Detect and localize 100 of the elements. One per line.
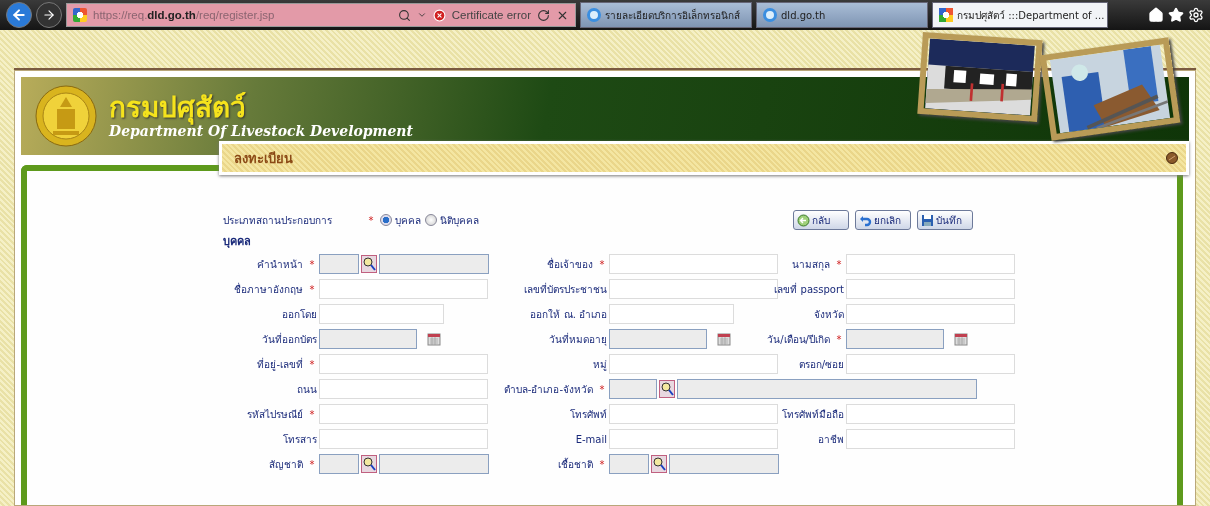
home-icon[interactable] bbox=[1148, 7, 1164, 23]
text-field[interactable] bbox=[846, 429, 1015, 449]
required-mark: * bbox=[598, 383, 606, 395]
code-field[interactable] bbox=[609, 379, 657, 399]
text-field[interactable] bbox=[609, 254, 778, 274]
field-label: ออกโดย bbox=[282, 307, 317, 322]
field-label: เลขที่ passport bbox=[774, 281, 844, 297]
tab-title: dld.go.th bbox=[781, 9, 827, 21]
field-label: ตำบล-อำเภอ-จังหวัด bbox=[503, 382, 593, 397]
search-icon bbox=[660, 382, 674, 396]
required-mark: * bbox=[598, 258, 606, 270]
field-label: โทรศัพท์มือถือ bbox=[782, 407, 844, 422]
star-icon[interactable] bbox=[1168, 7, 1184, 23]
browser-tab[interactable]: dld.go.th bbox=[756, 2, 928, 28]
lookup-button[interactable] bbox=[651, 455, 667, 473]
field-label: อาชีพ bbox=[818, 432, 844, 447]
field-label: ถนน bbox=[297, 382, 317, 397]
required-mark: * bbox=[835, 258, 843, 270]
field-label: จังหวัด bbox=[814, 307, 844, 322]
seal-logo bbox=[35, 85, 97, 147]
name-field[interactable] bbox=[669, 454, 779, 474]
browser-tab[interactable]: รายละเอียดบริการอิเล็กทรอนิกส์ bbox=[580, 2, 752, 28]
field-label: ชื่อภาษาอังกฤษ bbox=[234, 281, 303, 297]
required-mark: * bbox=[835, 333, 843, 345]
forward-button[interactable] bbox=[36, 2, 62, 28]
text-field[interactable] bbox=[319, 354, 488, 374]
search-icon bbox=[362, 257, 376, 271]
field-label: นามสกุล bbox=[792, 257, 830, 272]
dropdown-icon[interactable] bbox=[416, 10, 427, 20]
url-text: https://req.dld.go.th/req/register.jsp bbox=[93, 9, 276, 21]
required-mark: * bbox=[308, 283, 316, 295]
tab-title: รายละเอียดบริการอิเล็กทรอนิกส์ bbox=[605, 7, 741, 23]
search-icon[interactable] bbox=[397, 8, 411, 22]
date-field[interactable] bbox=[319, 329, 417, 349]
address-bar[interactable]: https://req.dld.go.th/req/register.jsp Certificate error bbox=[66, 3, 576, 27]
browser-logo-icon bbox=[587, 8, 601, 22]
field-label: สัญชาติ bbox=[269, 457, 303, 472]
error-icon[interactable] bbox=[432, 8, 446, 22]
text-field[interactable] bbox=[319, 379, 488, 399]
site-icon bbox=[73, 8, 87, 22]
back-icon bbox=[797, 213, 810, 227]
date-field[interactable] bbox=[846, 329, 944, 349]
back-button[interactable] bbox=[6, 2, 32, 28]
text-field[interactable] bbox=[609, 354, 778, 374]
text-field[interactable] bbox=[319, 304, 444, 324]
text-field[interactable] bbox=[846, 279, 1015, 299]
field-label: ตรอก/ซอย bbox=[798, 357, 844, 372]
browser-logo-icon bbox=[763, 8, 777, 22]
save-icon bbox=[921, 213, 934, 227]
lookup-button[interactable] bbox=[361, 255, 377, 273]
text-field[interactable] bbox=[319, 404, 488, 424]
text-field[interactable] bbox=[319, 279, 488, 299]
back-button[interactable]: กลับ bbox=[793, 210, 849, 230]
field-label: ชื่อเจ้าของ bbox=[547, 256, 593, 272]
refresh-icon[interactable] bbox=[537, 8, 550, 22]
group-title: บุคคล bbox=[223, 234, 252, 250]
lookup-button[interactable] bbox=[659, 380, 675, 398]
settings-icon[interactable] bbox=[1188, 7, 1204, 23]
text-field[interactable] bbox=[846, 354, 1015, 374]
tab-title: กรมปศุสัตว์ :::Department of ... bbox=[957, 8, 1105, 23]
field-label: E-mail bbox=[575, 433, 607, 445]
name-field[interactable] bbox=[677, 379, 977, 399]
certificate-error[interactable]: Certificate error bbox=[451, 9, 531, 21]
browser-tab[interactable]: กรมปศุสัตว์ :::Department of ... bbox=[932, 2, 1108, 28]
cancel-button[interactable]: ยกเลิก bbox=[855, 210, 911, 230]
code-field[interactable] bbox=[319, 454, 359, 474]
date-field[interactable] bbox=[609, 329, 707, 349]
field-label: วันที่ออกบัตร bbox=[262, 331, 317, 347]
code-field[interactable] bbox=[319, 254, 359, 274]
save-button[interactable]: บันทึก bbox=[917, 210, 973, 230]
text-field[interactable] bbox=[846, 254, 1015, 274]
knob-icon bbox=[1166, 152, 1178, 164]
field-label: หมู่ bbox=[593, 357, 607, 372]
field-label: รหัสไปรษณีย์ bbox=[247, 407, 303, 422]
field-label: ออกให้ ณ. อำเภอ bbox=[530, 307, 607, 322]
search-icon bbox=[362, 457, 376, 471]
field-label: คำนำหน้า bbox=[257, 257, 303, 272]
text-field[interactable] bbox=[846, 404, 1015, 424]
site-title: กรมปศุสัตว์ bbox=[109, 92, 246, 124]
field-label: โทรสาร bbox=[283, 432, 317, 447]
lookup-button[interactable] bbox=[361, 455, 377, 473]
text-field[interactable] bbox=[609, 404, 778, 424]
name-field[interactable] bbox=[379, 254, 489, 274]
text-field[interactable] bbox=[609, 429, 778, 449]
calendar-icon[interactable] bbox=[717, 332, 731, 346]
search-icon bbox=[652, 457, 666, 471]
text-field[interactable] bbox=[319, 429, 488, 449]
field-label: วัน/เดือน/ปีเกิด bbox=[767, 332, 830, 347]
calendar-icon[interactable] bbox=[954, 332, 968, 346]
field-label: โทรศัพท์ bbox=[570, 407, 607, 422]
section-title: ลงทะเบียน bbox=[234, 149, 293, 168]
name-field[interactable] bbox=[379, 454, 489, 474]
text-field[interactable] bbox=[609, 304, 734, 324]
code-field[interactable] bbox=[609, 454, 649, 474]
radio-option[interactable]: นิติบุคคล bbox=[425, 212, 479, 228]
calendar-icon[interactable] bbox=[427, 332, 441, 346]
text-field[interactable] bbox=[846, 304, 1015, 324]
required-mark: * bbox=[308, 358, 316, 370]
site-icon bbox=[939, 8, 953, 22]
radio-option[interactable]: บุคคล bbox=[380, 212, 421, 228]
